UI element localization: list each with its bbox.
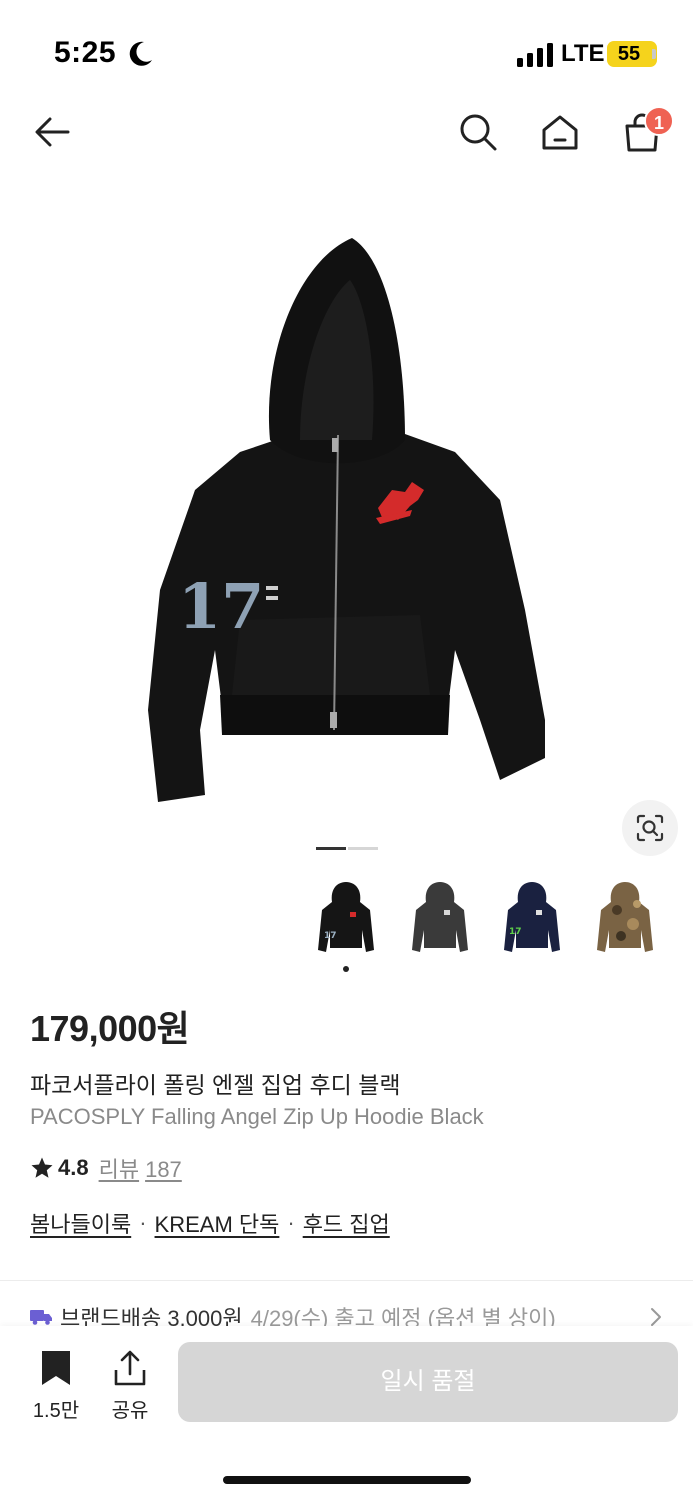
rating-value: 4.8 [58,1155,89,1180]
share-label: 공유 [111,1400,149,1422]
home-indicator [223,1476,471,1484]
tag-link[interactable]: KREAM 단독 [155,1207,280,1239]
soldout-button[interactable]: 일시 품절 [178,1342,678,1422]
status-time: 5:25 [54,36,117,69]
thumbnail-black[interactable]: 17 [306,875,386,961]
bottom-action-bar: 1.5만 공유 일시 품절 [0,1326,693,1500]
battery-level: 55 [617,43,641,65]
thumbnail-selected-dot [343,966,349,972]
bookmark-count: 1.5만 [32,1400,80,1422]
review-count: 187 [145,1157,182,1182]
battery-cap [652,49,656,59]
hoodie-thumbnail [597,882,653,952]
tags-row: 봄나들이룩 · KREAM 단독 · 후드 집업 [30,1208,390,1238]
hoodie-thumbnail: 17 [318,882,374,952]
thumbnail-camo[interactable] [585,875,665,961]
gallery-pager-inactive [348,847,378,850]
search-button[interactable] [456,110,500,154]
review-label: 리뷰 [98,1157,140,1182]
rating-row: 4.8 리뷰 187 [30,1154,182,1182]
hoodie-thumbnail: 17 [504,882,560,952]
svg-text:17: 17 [178,570,264,643]
share-button[interactable]: 공유 [100,1346,160,1422]
product-name-ko: 파코서플라이 폴링 엔젤 집업 후디 블랙 [30,1072,401,1098]
home-icon [542,115,578,150]
battery-indicator: 55 [607,41,657,67]
tag-link[interactable]: 봄나들이룩 [30,1207,131,1239]
gallery-pager-active [316,847,346,850]
thumbnail-navy[interactable]: 17 [492,875,572,961]
product-price: 179,000원 [30,1008,190,1049]
section-divider [0,1280,693,1281]
image-search-button[interactable] [622,800,678,856]
bookmark-icon [42,1351,70,1385]
search-icon [460,114,497,151]
svg-text:17: 17 [324,931,337,941]
cart-count-badge: 1 [644,106,674,136]
tag-link[interactable]: 후드 집업 [303,1207,390,1239]
tag-separator: · [139,1210,147,1235]
product-name-en: PACOSPLY Falling Angel Zip Up Hoodie Bla… [30,1104,484,1129]
hoodie-thumbnail [412,882,468,952]
star-icon [31,1157,53,1178]
signal-icon [517,43,553,67]
lens-search-icon [636,814,664,842]
status-bar: 5:25 LTE 55 [0,0,693,100]
network-label: LTE [561,40,605,67]
thumbnail-charcoal[interactable] [400,875,480,961]
svg-text:17: 17 [509,927,522,937]
bookmark-button[interactable]: 1.5만 [26,1346,86,1422]
chevron-right-icon [651,1308,661,1326]
home-button[interactable] [538,110,582,154]
review-link[interactable]: 리뷰 187 [99,1152,182,1184]
product-image[interactable]: 17 [0,190,693,840]
back-button[interactable] [30,110,74,154]
moon-icon [129,41,152,66]
truck-icon [30,1310,52,1325]
hoodie-illustration: 17 [148,238,545,802]
arrow-left-icon [35,117,70,147]
share-icon [114,1350,146,1386]
tag-separator: · [287,1210,295,1235]
